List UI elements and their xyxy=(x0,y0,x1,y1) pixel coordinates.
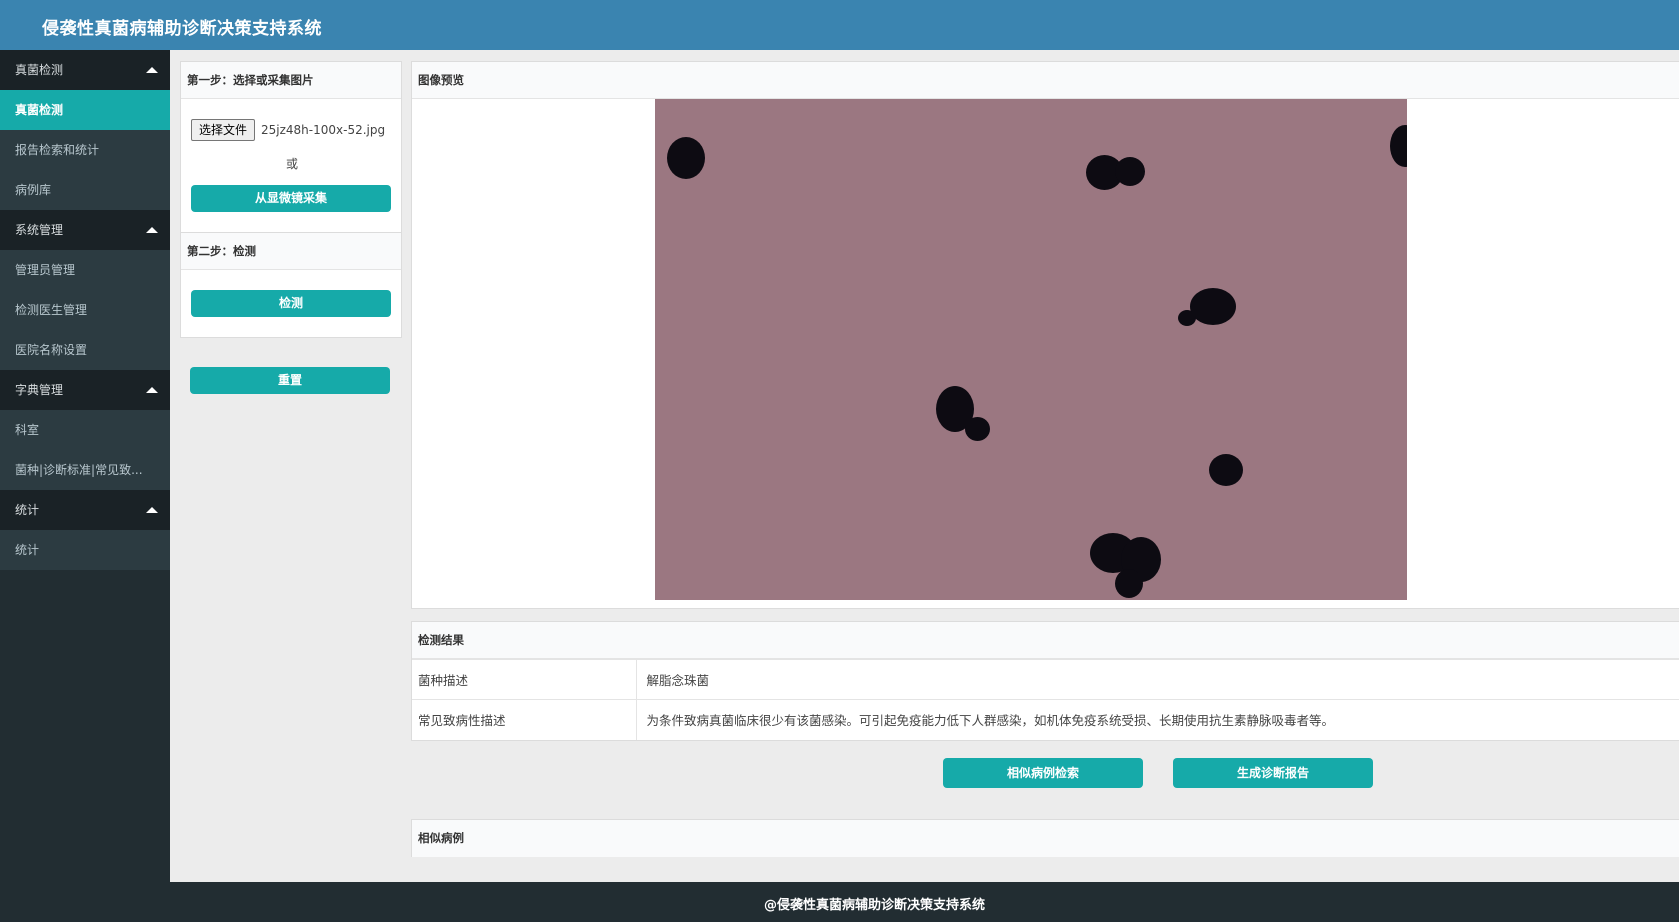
result-value: 为条件致病真菌临床很少有该菌感染。可引起免疫能力低下人群感染，如机体免疫系统受损… xyxy=(636,699,1679,740)
table-row: 菌种描述 解脂念珠菌 xyxy=(412,659,1679,700)
capture-from-microscope-button[interactable]: 从显微镜采集 xyxy=(191,185,391,212)
or-separator: 或 xyxy=(285,157,298,171)
fungal-cell xyxy=(1390,125,1407,167)
sidebar-item-case-library[interactable]: 病例库 xyxy=(0,170,170,210)
sidebar-group-label: 真菌检测 xyxy=(15,63,64,77)
step2-panel: 第二步：检测 检测 xyxy=(180,232,402,338)
step2-title: 第二步：检测 xyxy=(181,233,401,270)
app-title: 侵袭性真菌病辅助诊断决策支持系统 xyxy=(42,19,322,39)
reset-button[interactable]: 重置 xyxy=(190,367,390,394)
similar-cases-panel: 相似病例 xyxy=(411,819,1679,857)
sidebar-group-fungus-detection[interactable]: 真菌检测 xyxy=(0,50,170,90)
sidebar-item-report-search[interactable]: 报告检索和统计 xyxy=(0,130,170,170)
sidebar-group-dictionary[interactable]: 字典管理 xyxy=(0,370,170,410)
image-preview-panel: 图像预览 xyxy=(411,61,1679,609)
sidebar-item-fungus-detection[interactable]: 真菌检测 xyxy=(0,90,170,130)
similar-cases-title: 相似病例 xyxy=(412,820,1679,857)
result-table: 菌种描述 解脂念珠菌 常见致病性描述 为条件致病真菌临床很少有该菌感染。可引起免… xyxy=(412,659,1679,740)
selected-file-name: 25jz48h-100x-52.jpg xyxy=(261,123,386,137)
sidebar-item-statistics[interactable]: 统计 xyxy=(0,530,170,570)
sidebar-item-hospital-name[interactable]: 医院名称设置 xyxy=(0,330,170,370)
caret-up-icon xyxy=(146,387,158,393)
fungal-cell xyxy=(1115,157,1145,186)
generate-report-button[interactable]: 生成诊断报告 xyxy=(1173,758,1373,788)
sidebar-group-label: 字典管理 xyxy=(15,383,64,397)
detection-result-panel: 检测结果 菌种描述 解脂念珠菌 常见致病性描述 为条件致病真菌临床很少有该菌感染… xyxy=(411,621,1679,741)
fungal-cell xyxy=(667,137,705,179)
choose-file-button[interactable]: 选择文件 xyxy=(191,119,256,141)
result-value: 解脂念珠菌 xyxy=(636,659,1679,700)
sidebar-group-statistics[interactable]: 统计 xyxy=(0,490,170,530)
detection-result-title: 检测结果 xyxy=(412,622,1679,659)
sidebar-item-species-criteria[interactable]: 菌种|诊断标准|常见致... xyxy=(0,450,170,490)
caret-up-icon xyxy=(146,227,158,233)
caret-up-icon xyxy=(146,507,158,513)
fungal-cell xyxy=(1178,310,1196,326)
result-key: 常见致病性描述 xyxy=(412,699,637,740)
sidebar-item-admin-management[interactable]: 管理员管理 xyxy=(0,250,170,290)
sidebar-group-label: 统计 xyxy=(15,503,40,517)
fungal-cell xyxy=(1115,569,1143,598)
table-row: 常见致病性描述 为条件致病真菌临床很少有该菌感染。可引起免疫能力低下人群感染，如… xyxy=(412,699,1679,740)
fungal-cell xyxy=(1209,454,1243,486)
result-key: 菌种描述 xyxy=(412,659,637,700)
sidebar: 真菌检测 真菌检测 报告检索和统计 病例库 系统管理 管理员管理 检测医生管理 … xyxy=(0,50,170,882)
footer: @侵袭性真菌病辅助诊断决策支持系统 xyxy=(0,882,1679,922)
image-preview-title: 图像预览 xyxy=(412,62,1679,99)
step1-title: 第一步：选择或采集图片 xyxy=(181,62,401,99)
fungal-cell xyxy=(965,417,990,441)
detect-button[interactable]: 检测 xyxy=(191,290,391,317)
sidebar-group-system-management[interactable]: 系统管理 xyxy=(0,210,170,250)
footer-text: @侵袭性真菌病辅助诊断决策支持系统 xyxy=(763,898,985,913)
sidebar-item-doctor-management[interactable]: 检测医生管理 xyxy=(0,290,170,330)
microscope-image xyxy=(655,99,1407,600)
sidebar-group-label: 系统管理 xyxy=(15,223,64,237)
caret-up-icon xyxy=(146,67,158,73)
step1-panel: 第一步：选择或采集图片 选择文件 25jz48h-100x-52.jpg 或 从… xyxy=(180,61,402,233)
sidebar-item-department[interactable]: 科室 xyxy=(0,410,170,450)
top-header: 侵袭性真菌病辅助诊断决策支持系统 xyxy=(0,0,1679,50)
similar-case-search-button[interactable]: 相似病例检索 xyxy=(943,758,1143,788)
fungal-cell xyxy=(1190,288,1236,325)
